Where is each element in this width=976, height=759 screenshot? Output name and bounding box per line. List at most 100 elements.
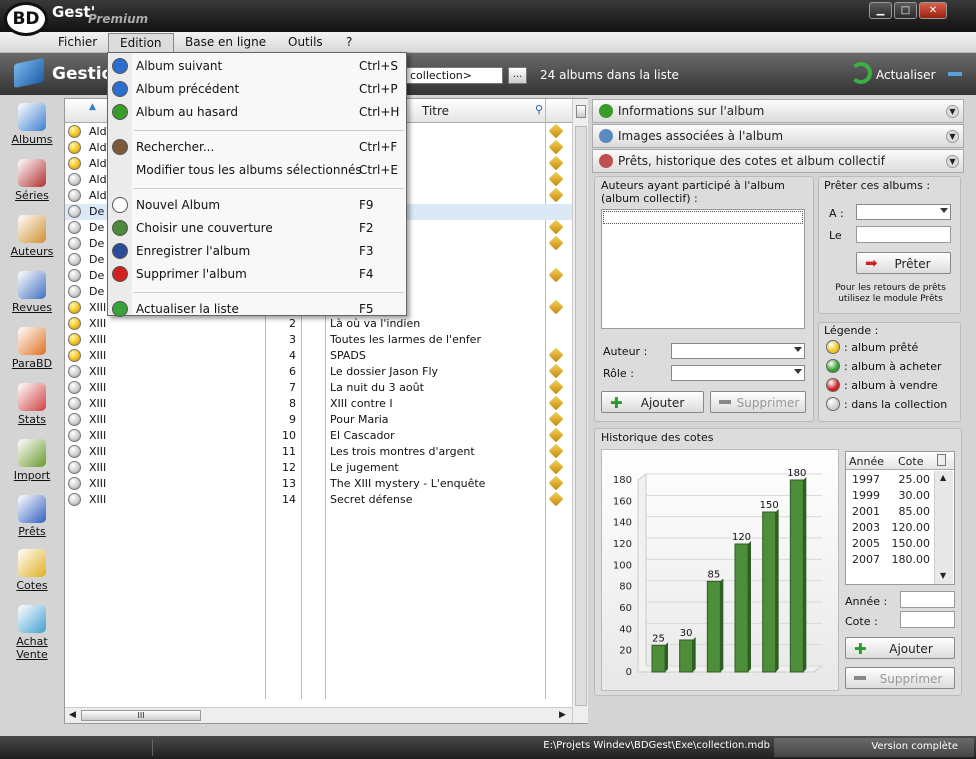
menu-edition[interactable]: Edition [108,33,174,53]
collection-combo[interactable]: collection> [405,67,503,84]
pin-icon[interactable] [548,235,564,251]
pin-icon[interactable] [548,219,564,235]
pin-icon[interactable] [548,427,564,443]
scroll-left-icon[interactable]: ◀ [69,710,76,720]
refresh-icon[interactable] [850,62,872,84]
minimize-button[interactable]: ▁ [869,2,892,19]
menu-item-album-au-hasard[interactable]: Album au hasard Ctrl+H [108,101,406,123]
vertical-scrollbar[interactable] [572,99,588,723]
columns-icon[interactable] [576,105,586,118]
menu-outils[interactable]: Outils [288,35,323,49]
scrollbar-track[interactable] [575,126,587,706]
collapse-icon[interactable] [948,72,962,76]
pin-icon[interactable] [548,459,564,475]
sidebar-item-s-ries[interactable]: Séries [0,159,64,202]
table-row[interactable]: XIII 13 The XIII mystery - L'enquête [65,475,572,492]
history-row[interactable]: 1999 30.00 [846,488,934,504]
scroll-up-icon[interactable]: ▲ [940,473,946,482]
table-row[interactable]: XIII 8 XIII contre I [65,395,572,412]
lend-date-input[interactable] [856,226,951,243]
table-row[interactable]: XIII 12 Le jugement [65,459,572,476]
add-cote-button[interactable]: ✚ Ajouter [845,637,955,659]
sidebar-item-parabd[interactable]: ParaBD [0,327,64,370]
history-row[interactable]: 2007 180.00 [846,552,934,568]
pin-icon[interactable] [548,395,564,411]
history-table[interactable]: Année Cote 1997 25.00 1999 30.00 2001 85.00 20… [845,451,955,585]
col-year-header[interactable]: Année [849,455,884,468]
pin-icon[interactable] [548,411,564,427]
pin-icon[interactable] [548,139,564,155]
value-input[interactable] [900,611,955,628]
remove-cote-button[interactable]: Supprimer [845,667,955,689]
pin-icon[interactable] [548,347,564,363]
table-row[interactable]: XIII 14 Secret défense [65,491,572,508]
sidebar-item-revues[interactable]: Revues [0,271,64,314]
menu-item-nouvel-album[interactable]: Nouvel Album F9 [108,194,406,216]
pin-icon[interactable] [548,171,564,187]
panel-loans[interactable]: Prêts, historique des cotes et album col… [592,149,964,173]
lend-button[interactable]: ➡ Prêter [856,252,951,274]
pin-icon[interactable] [548,267,564,283]
year-input[interactable] [900,591,955,608]
menu-item-enregistrer-l-album[interactable]: Enregistrer l'album F3 [108,240,406,262]
role-select[interactable] [671,365,805,381]
history-row[interactable]: 1997 25.00 [846,472,934,488]
scroll-right-icon[interactable]: ▶ [559,710,566,720]
sidebar-item-stats[interactable]: Stats [0,383,64,426]
menu-item-supprimer-l-album[interactable]: Supprimer l'album F4 [108,263,406,285]
menu-help[interactable]: ? [346,35,352,49]
remove-author-button[interactable]: Supprimer [710,391,806,413]
pin-icon[interactable] [548,363,564,379]
menu-item-choisir-une-couverture[interactable]: Choisir une couverture F2 [108,217,406,239]
sidebar-item-albums[interactable]: Albums [0,103,64,146]
chevron-down-icon[interactable]: ▼ [946,155,959,168]
pin-icon[interactable] [548,187,564,203]
table-row[interactable]: XIII 7 La nuit du 3 août [65,379,572,396]
history-row[interactable]: 2003 120.00 [846,520,934,536]
chevron-down-icon[interactable]: ▼ [946,130,959,143]
table-row[interactable]: XIII 6 Le dossier Jason Fly [65,363,572,380]
lend-to-select[interactable] [856,204,951,220]
table-row[interactable]: XIII 10 El Cascador [65,427,572,444]
history-row[interactable]: 2005 150.00 [846,536,934,552]
pin-icon[interactable] [548,299,564,315]
menu-fichier[interactable]: Fichier [58,35,97,49]
menu-item-rechercher[interactable]: Rechercher... Ctrl+F [108,136,406,158]
pin-icon[interactable] [548,491,564,507]
search-icon[interactable]: ⚲ [535,103,543,116]
sidebar-item-cotes[interactable]: Cotes [0,549,64,592]
pin-icon[interactable] [548,379,564,395]
menu-base-en-ligne[interactable]: Base en ligne [185,35,266,49]
table-row[interactable]: XIII 9 Pour Maria [65,411,572,428]
sidebar-item-import[interactable]: Import [0,439,64,482]
panel-info[interactable]: Informations sur l'album ▼ [592,99,964,123]
horizontal-scrollbar[interactable]: ◀ III ▶ [65,707,572,723]
history-scrollbar[interactable]: ▲ ▼ [934,471,953,584]
col-value-header[interactable]: Cote [898,455,924,468]
more-button[interactable]: ... [508,67,527,84]
history-row[interactable]: 2001 85.00 [846,504,934,520]
menu-item-album-pr-c-dent[interactable]: Album précédent Ctrl+P [108,78,406,100]
sidebar-item-achat-vente[interactable]: Achat Vente [0,605,64,661]
panel-images[interactable]: Images associées à l'album ▼ [592,124,964,148]
menu-item-actualiser-la-liste[interactable]: Actualiser la liste F5 [108,298,406,320]
chevron-down-icon[interactable]: ▼ [946,105,959,118]
pin-icon[interactable] [548,155,564,171]
table-row[interactable]: XIII 11 Les trois montres d'argent [65,443,572,460]
maximize-button[interactable]: □ [894,2,917,19]
pin-icon[interactable] [548,123,564,139]
close-button[interactable]: ✕ [919,2,947,19]
add-author-button[interactable]: ✚ Ajouter [601,391,704,413]
table-row[interactable]: XIII 4 SPADS [65,347,572,364]
columns-icon[interactable] [937,454,946,466]
table-row[interactable]: XIII 3 Toutes les larmes de l'enfer [65,332,572,348]
pin-icon[interactable] [548,443,564,459]
collective-authors-list[interactable] [601,209,805,329]
scroll-down-icon[interactable]: ▼ [940,571,946,580]
pin-icon[interactable] [548,475,564,491]
sort-asc-icon[interactable]: ▲ [89,102,96,112]
sidebar-item-auteurs[interactable]: Auteurs [0,215,64,258]
refresh-button[interactable]: Actualiser [876,68,936,82]
menu-item-modifier-tous-les-albums-s-lectionn-s[interactable]: Modifier tous les albums sélectionnés Ctr… [108,159,406,181]
header-title[interactable]: Titre [422,104,449,118]
